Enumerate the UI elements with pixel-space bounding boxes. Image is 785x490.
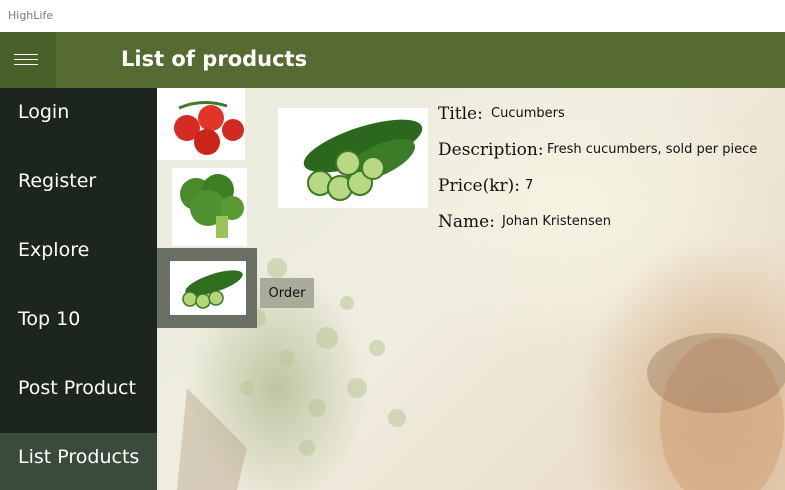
sidebar-item-top10[interactable]: Top 10 bbox=[0, 295, 157, 352]
sidebar-item-register[interactable]: Register bbox=[0, 157, 157, 214]
sidebar-item-list-products[interactable]: List Products bbox=[0, 433, 157, 490]
hamburger-icon bbox=[14, 54, 38, 55]
product-thumbnail-cucumbers-selected[interactable] bbox=[157, 248, 257, 328]
sidebar-item-post-product[interactable]: Post Product bbox=[0, 364, 157, 421]
name-label: Name: bbox=[438, 212, 495, 232]
cucumbers-image bbox=[303, 119, 423, 201]
broccoli-image bbox=[180, 174, 244, 238]
title-bar: HighLife bbox=[0, 0, 785, 32]
cucumbers-image bbox=[182, 270, 243, 309]
product-preview-image bbox=[278, 108, 428, 208]
title-value: Cucumbers bbox=[491, 106, 565, 121]
content-area: Order Title: Cucumbers Description: Fres… bbox=[157, 88, 785, 490]
header-bar: List of products bbox=[0, 32, 785, 88]
sidebar-item-explore[interactable]: Explore bbox=[0, 226, 157, 283]
sidebar-item-login[interactable]: Login bbox=[0, 88, 157, 145]
sidebar: Login Register Explore Top 10 Post Produ… bbox=[0, 88, 157, 490]
price-label: Price(kr): bbox=[438, 176, 521, 196]
description-value: Fresh cucumbers, sold per piece bbox=[547, 142, 758, 157]
price-value: 7 bbox=[525, 178, 534, 193]
product-thumbnail-broccoli[interactable] bbox=[172, 168, 247, 246]
tomatoes-image bbox=[174, 101, 244, 155]
name-value: Johan Kristensen bbox=[502, 214, 611, 229]
order-button[interactable]: Order bbox=[260, 278, 314, 308]
description-label: Description: bbox=[438, 140, 544, 160]
page-title: List of products bbox=[121, 47, 308, 71]
hamburger-menu-button[interactable] bbox=[0, 32, 56, 88]
app-title: HighLife bbox=[8, 9, 54, 22]
title-label: Title: bbox=[438, 104, 483, 124]
product-thumbnail-tomatoes[interactable] bbox=[157, 88, 245, 160]
